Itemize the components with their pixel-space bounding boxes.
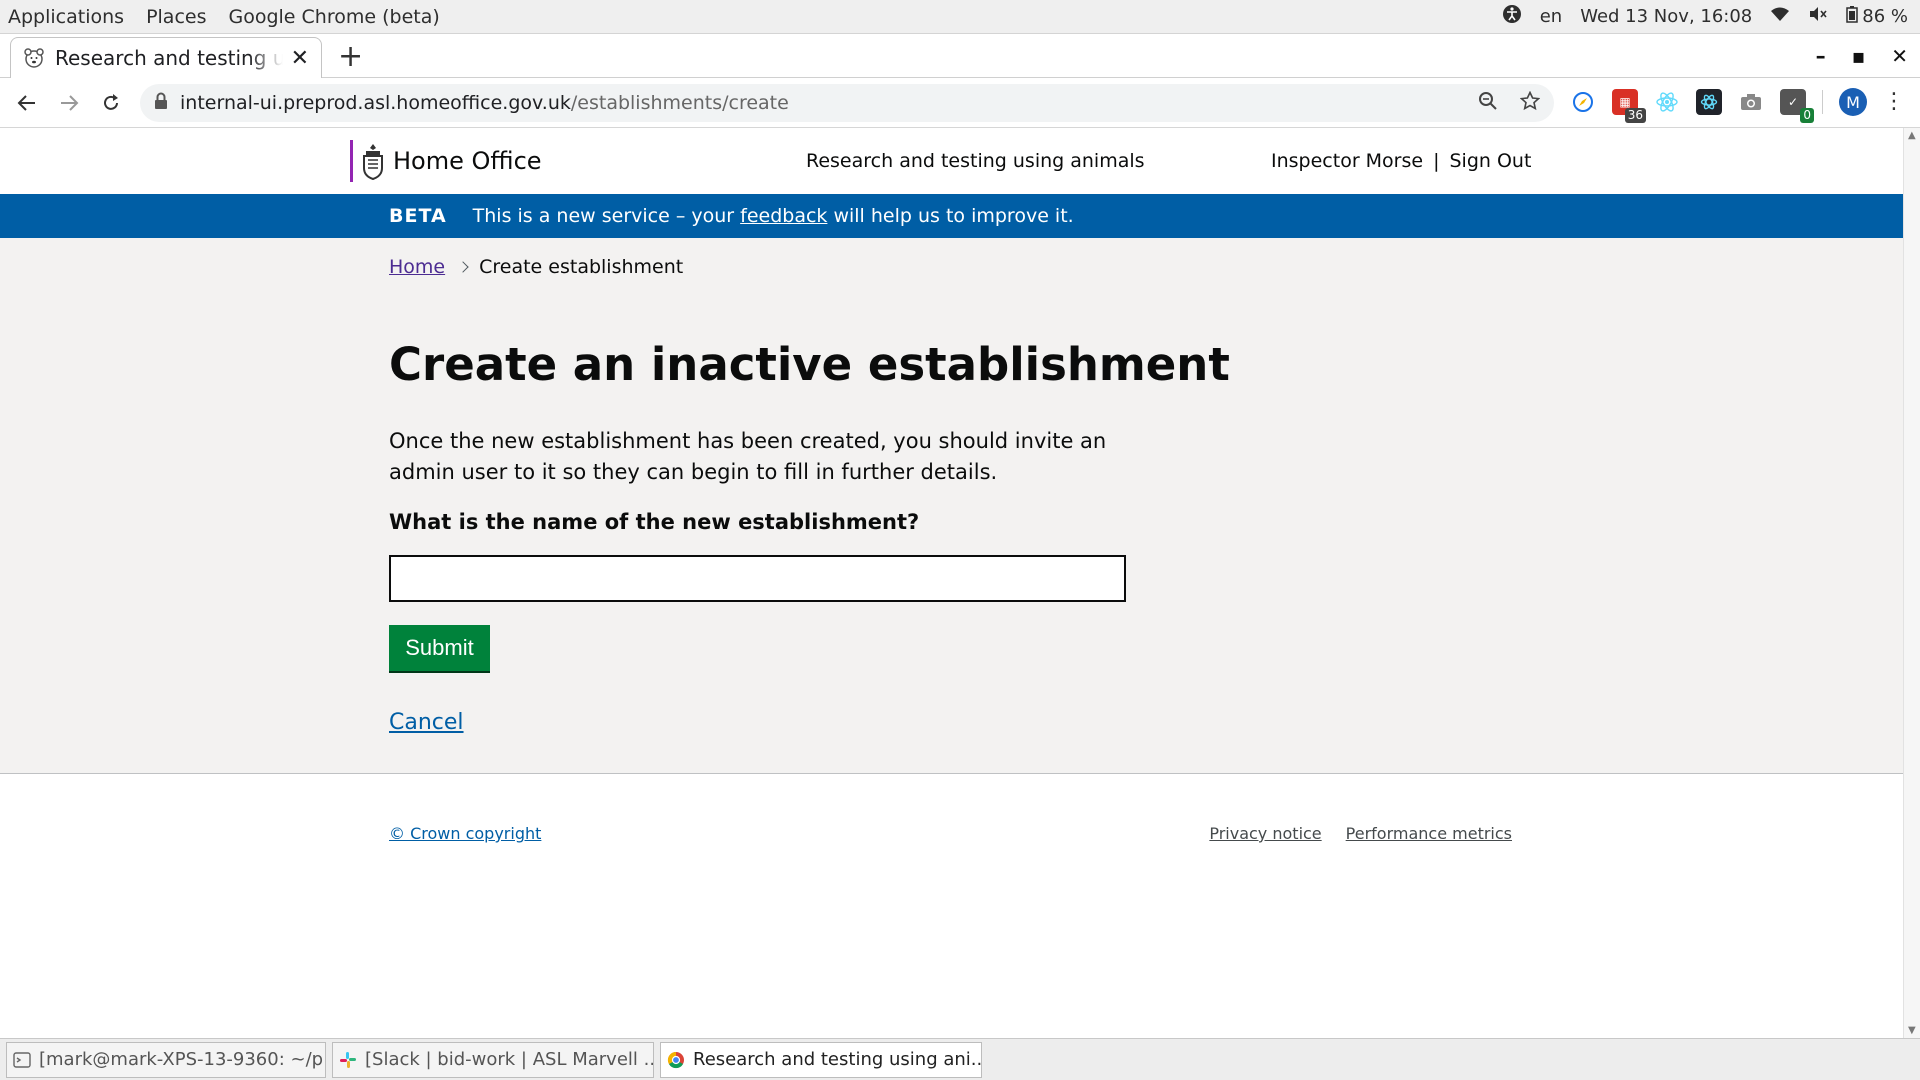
beta-message-after: will help us to improve it. [827,205,1074,227]
os-top-bar: Applications Places Google Chrome (beta)… [0,0,1920,34]
breadcrumb-current: Create establishment [479,256,684,278]
terminal-icon [13,1051,31,1068]
url-host: internal-ui.preprod.asl.homeoffice.gov.u… [180,92,571,114]
privacy-notice-link[interactable]: Privacy notice [1209,824,1321,843]
service-name[interactable]: Research and testing using animals [806,150,1145,172]
cancel-link[interactable]: Cancel [389,710,464,735]
submit-button[interactable]: Submit [389,625,490,671]
beta-message: This is a new service – your feedback wi… [473,205,1074,227]
establishment-name-input[interactable] [389,555,1126,602]
browser-tab[interactable]: Research and testing u ✕ [10,37,322,78]
extension-calendar-icon[interactable]: ▦ 36 [1612,89,1646,123]
user-name-link[interactable]: Inspector Morse [1271,150,1423,172]
scroll-down-icon[interactable]: ▼ [1908,1025,1916,1036]
breadcrumb-chevron-icon [457,261,469,273]
tab-close-icon[interactable]: ✕ [291,46,309,71]
wifi-icon[interactable] [1770,6,1790,27]
intro-text: Once the new establishment has been crea… [389,429,1107,484]
forward-icon[interactable] [54,88,84,118]
taskbar-item-label: Research and testing using ani... [693,1049,982,1070]
beta-message-before: This is a new service – your [472,205,741,227]
taskbar-item-label: [mark@mark-XPS-13-9360: ~/p... [39,1049,326,1070]
new-tab-icon[interactable]: + [338,42,363,72]
menu-chrome[interactable]: Google Chrome (beta) [216,6,449,28]
menu-places[interactable]: Places [134,6,216,28]
sign-out-link[interactable]: Sign Out [1450,150,1532,172]
breadcrumb-home-link[interactable]: Home [389,256,445,278]
reload-icon[interactable] [96,88,126,118]
back-icon[interactable] [12,88,42,118]
extension-badge-count: 36 [1624,108,1646,123]
feedback-link[interactable]: feedback [740,205,827,227]
os-taskbar: [mark@mark-XPS-13-9360: ~/p... [Slack | … [0,1038,1920,1080]
breadcrumb: Home Create establishment [389,256,683,278]
extension-checklist-icon[interactable]: ✓ 0 [1780,89,1814,123]
lock-icon[interactable] [154,92,168,115]
extension-react-icon[interactable] [1654,89,1680,115]
zoom-icon[interactable] [1478,91,1498,116]
profile-avatar[interactable]: M [1839,88,1867,116]
site-footer: © Crown copyright Privacy notice Perform… [0,773,1903,1038]
chrome-icon [667,1051,684,1068]
extension-react-devtools-icon[interactable] [1696,89,1722,115]
page-title: Create an inactive establishment [389,338,1230,391]
tab-title: Research and testing u [55,46,283,70]
bookmark-star-icon[interactable] [1519,90,1541,116]
url-path: /establishments/create [570,92,789,114]
taskbar-item-chrome[interactable]: Research and testing using ani... [660,1041,982,1078]
maximize-icon[interactable]: ▪ [1852,44,1866,68]
beta-tag: BETA [389,205,447,227]
establishment-name-label: What is the name of the new establishmen… [389,510,920,534]
favicon-icon [24,48,44,68]
taskbar-item-terminal[interactable]: [mark@mark-XPS-13-9360: ~/p... [6,1041,326,1078]
battery-icon[interactable] [1846,5,1859,28]
language-indicator[interactable]: en [1540,6,1562,27]
performance-metrics-link[interactable]: Performance metrics [1346,824,1512,843]
minimize-icon[interactable]: – [1816,44,1826,68]
footer-links: Privacy notice Performance metrics [1209,824,1512,843]
crest-icon [363,144,383,180]
scroll-up-icon[interactable]: ▲ [1908,130,1916,141]
user-nav: Inspector Morse | Sign Out [1271,150,1531,172]
taskbar-item-label: [Slack | bid-work | ASL Marvell ... [365,1049,654,1070]
main-content: Home Create establishment Create an inac… [0,238,1903,773]
volume-muted-icon[interactable] [1808,6,1828,27]
accessibility-icon[interactable] [1502,4,1522,29]
logo-text: Home Office [393,147,542,175]
taskbar-item-slack[interactable]: [Slack | bid-work | ASL Marvell ... [332,1041,654,1078]
page-scrollbar[interactable]: ▲ ▼ [1903,128,1920,1038]
tab-strip: Research and testing u ✕ + – ▪ ✕ [0,34,1920,78]
slack-icon [340,1051,356,1068]
menu-applications[interactable]: Applications [0,6,134,28]
user-nav-separator: | [1433,150,1440,172]
extension-compass-icon[interactable] [1570,89,1596,115]
browser-toolbar: internal-ui.preprod.asl.homeoffice.gov.u… [0,78,1920,128]
address-bar[interactable]: internal-ui.preprod.asl.homeoffice.gov.u… [140,84,1554,122]
clock[interactable]: Wed 13 Nov, 16:08 [1580,6,1752,27]
crown-copyright-link[interactable]: © Crown copyright [389,824,541,843]
more-menu-icon[interactable]: ⋮ [1883,91,1905,113]
extension-badge-count-2: 0 [1800,108,1814,123]
extension-camera-icon[interactable] [1738,89,1764,115]
beta-banner: BETA This is a new service – your feedba… [0,194,1903,238]
site-header: Home Office Research and testing using a… [0,128,1903,194]
page-viewport: Home Office Research and testing using a… [0,128,1903,1038]
battery-percent: 86 % [1862,6,1908,27]
close-window-icon[interactable]: ✕ [1891,44,1908,68]
home-office-logo[interactable]: Home Office [350,140,542,182]
toolbar-divider [1822,90,1823,114]
